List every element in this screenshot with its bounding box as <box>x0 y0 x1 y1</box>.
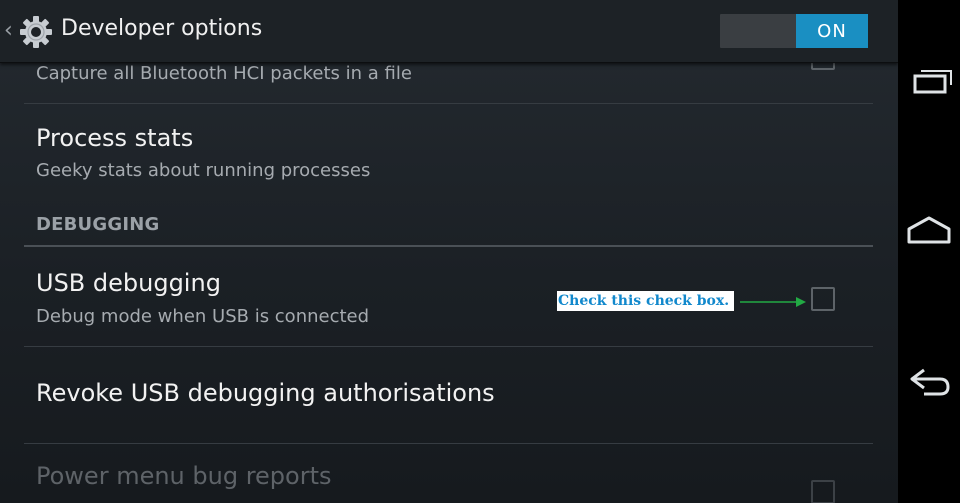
power-menu-title: Power menu bug reports <box>36 462 332 490</box>
usb-debugging-checkbox[interactable] <box>811 287 835 311</box>
section-header-debugging: DEBUGGING <box>36 214 160 235</box>
gear-icon[interactable] <box>18 14 54 50</box>
developer-options-switch[interactable]: ON <box>720 14 868 48</box>
instruction-callout: Check this check box. <box>557 291 735 311</box>
back-icon[interactable] <box>904 362 954 402</box>
revoke-title: Revoke USB debugging authorisations <box>36 379 495 407</box>
navigation-bar <box>898 0 960 503</box>
pref-power-menu-bug-reports: Power menu bug reports <box>24 444 873 503</box>
bluetooth-hci-summary: Capture all Bluetooth HCI packets in a f… <box>36 63 412 84</box>
up-caret-icon[interactable]: ‹ <box>4 17 18 45</box>
power-menu-checkbox <box>811 480 835 503</box>
settings-screen: ‹ Developer options ON Capture all Bluet… <box>0 0 898 503</box>
process-stats-title: Process stats <box>36 124 194 152</box>
pref-process-stats[interactable]: Process stats Geeky stats about running … <box>24 104 873 196</box>
process-stats-summary: Geeky stats about running processes <box>36 160 371 181</box>
page-title: Developer options <box>61 16 263 41</box>
usb-debugging-title: USB debugging <box>36 269 221 297</box>
arrow-right-icon <box>740 297 806 307</box>
switch-on-label: ON <box>796 14 868 48</box>
recent-apps-icon[interactable] <box>904 62 954 102</box>
pref-revoke-usb-authorisations[interactable]: Revoke USB debugging authorisations <box>24 347 873 443</box>
home-icon[interactable] <box>904 212 954 252</box>
action-bar: ‹ Developer options ON <box>0 0 898 63</box>
usb-debugging-summary: Debug mode when USB is connected <box>36 306 370 327</box>
